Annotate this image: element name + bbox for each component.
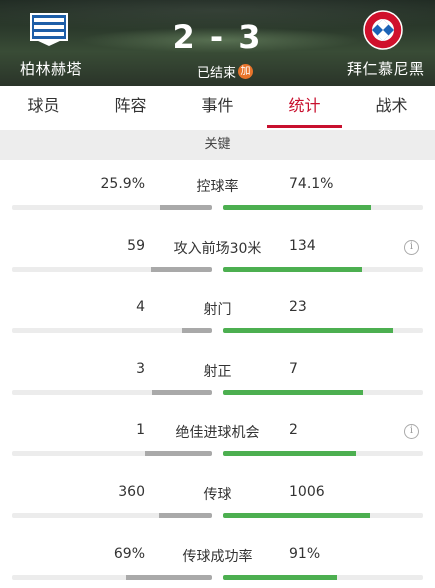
match-status: 已结束 加: [197, 62, 254, 81]
stat-row: 3 射正 7: [0, 345, 435, 407]
away-team-name: 拜仁慕尼黑: [347, 60, 425, 78]
away-stat-bar-fill: [223, 205, 372, 210]
away-stat-bar-fill: [223, 451, 357, 457]
stat-row: 360 传球 1006: [0, 468, 435, 530]
stats-list: 25.9% 控球率 74.1% 59 攻入前场30米 134 i 4 射门 23 3 射正 7 1 绝佳进球…: [0, 160, 435, 588]
away-stat-value: 1006: [289, 483, 325, 500]
stat-label: 传球: [203, 486, 232, 503]
away-stat-bar: [223, 574, 423, 580]
away-stat-bar-fill: [223, 512, 371, 518]
match-score: 2 - 3: [172, 18, 263, 56]
match-status-text: 已结束: [197, 66, 237, 81]
home-stat-bar: [12, 574, 212, 580]
info-icon[interactable]: i: [404, 239, 419, 255]
away-stat-value: 2: [289, 422, 298, 439]
stat-row: 25.9% 控球率 74.1%: [0, 160, 435, 222]
away-stat-bar: [223, 328, 423, 334]
home-team-name: 柏林赫塔: [20, 60, 83, 78]
section-header-key: 关键: [0, 130, 435, 160]
stat-label: 攻入前场30米: [173, 240, 262, 257]
away-stat-bar: [223, 451, 423, 457]
away-stat-bar-fill: [223, 266, 362, 272]
stat-row: 1 绝佳进球机会 2 i: [0, 406, 435, 468]
stat-label: 控球率: [196, 179, 239, 195]
home-stat-bar-fill: [145, 451, 212, 457]
away-stat-value: 91%: [289, 545, 321, 562]
home-stat-bar: [12, 266, 212, 272]
home-stat-bar-fill: [159, 512, 212, 518]
home-stat-bar: [12, 205, 212, 210]
home-stat-bar-fill: [125, 574, 212, 580]
home-stat-bar-fill: [152, 389, 212, 395]
extra-time-badge: 加: [238, 64, 254, 79]
away-stat-bar: [223, 205, 423, 210]
away-stat-value: 134: [289, 237, 316, 254]
away-stat-bar-fill: [223, 574, 337, 580]
away-stat-bar: [223, 266, 423, 272]
tab-tactics[interactable]: 战术: [348, 86, 435, 130]
stat-label: 射正: [203, 363, 232, 380]
stat-row: 4 射门 23: [0, 283, 435, 345]
tab-stats[interactable]: 统计: [261, 86, 348, 130]
stat-label: 射门: [203, 302, 232, 319]
away-stat-bar: [223, 512, 423, 518]
home-stat-bar: [12, 451, 212, 457]
tab-bar: 球员 阵容 事件 统计 战术: [0, 86, 435, 130]
stat-row: 69% 传球成功率 91%: [0, 530, 435, 588]
home-stat-bar-fill: [150, 266, 212, 272]
tab-lineup[interactable]: 阵容: [87, 86, 174, 130]
away-stat-value: 23: [289, 299, 307, 316]
away-stat-bar-fill: [223, 328, 394, 334]
home-stat-bar-fill: [182, 328, 212, 334]
tab-events[interactable]: 事件: [174, 86, 261, 130]
away-stat-value: 74.1%: [289, 176, 334, 192]
home-stat-bar: [12, 328, 212, 334]
home-stat-bar: [12, 512, 212, 518]
match-header: 柏林赫塔 2 - 3 已结束 加 拜仁慕尼黑: [0, 0, 435, 86]
away-stat-bar: [223, 389, 423, 395]
away-stat-bar-fill: [223, 389, 363, 395]
tab-players[interactable]: 球员: [0, 86, 87, 130]
home-stat-bar-fill: [160, 205, 212, 210]
stat-label: 传球成功率: [182, 548, 253, 565]
stat-row: 59 攻入前场30米 134 i: [0, 222, 435, 284]
away-stat-value: 7: [289, 360, 298, 377]
home-stat-bar: [12, 389, 212, 395]
stat-label: 绝佳进球机会: [175, 425, 260, 442]
